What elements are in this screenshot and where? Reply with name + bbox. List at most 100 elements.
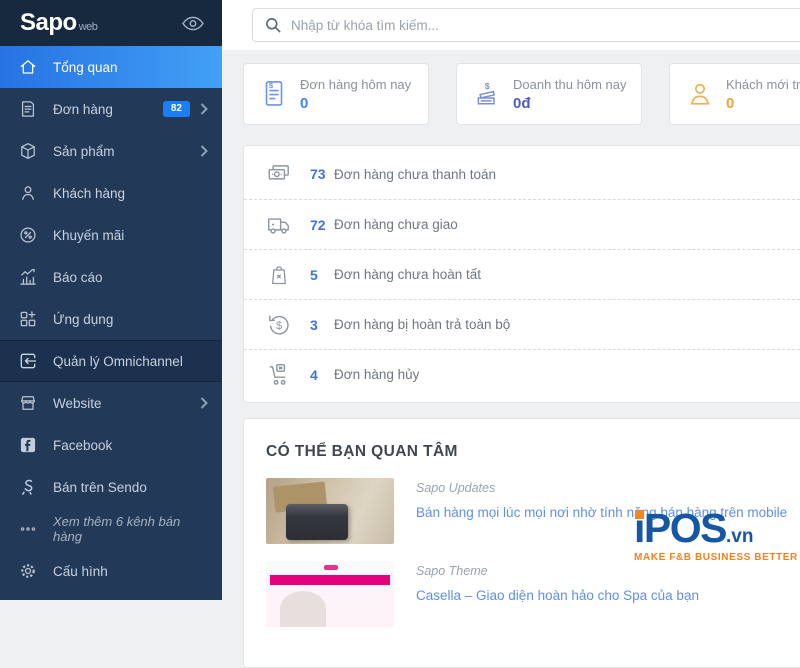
search-icon: [265, 17, 281, 33]
chevron-right-icon[interactable]: [200, 103, 208, 115]
topbar: [222, 0, 800, 50]
sidebar-item-label: Khuyến mãi: [53, 228, 124, 243]
sidebar-item-website[interactable]: Website: [0, 382, 222, 424]
order-label: Đơn hàng bị hoàn trả toàn bộ: [334, 317, 510, 332]
interest-heading: CÓ THỂ BẠN QUAN TÂM: [266, 443, 798, 461]
ipos-tagline: MAKE F&B BUSINESS BETTER: [634, 553, 798, 563]
order-count: 73: [310, 166, 328, 182]
order-label: Đơn hàng hủy: [334, 367, 419, 382]
sidebar-item-xem-them[interactable]: Xem thêm 6 kênh bán hàng: [0, 508, 222, 550]
interest-link[interactable]: Casella – Giao diện hoàn hảo cho Spa của…: [416, 588, 699, 603]
cart-x-icon: [264, 362, 294, 388]
sidebar-item-ung-dung[interactable]: Ứng dụng: [0, 298, 222, 340]
interest-category: Sapo Updates: [416, 481, 787, 495]
sidebar-item-khach-hang[interactable]: Khách hàng: [0, 172, 222, 214]
svg-text:$: $: [485, 81, 490, 91]
bag-x-icon: [264, 262, 294, 288]
sendo-icon: [17, 476, 39, 498]
ipos-domain: .vn: [726, 526, 753, 547]
sidebar-item-san-pham[interactable]: Sản phẩm: [0, 130, 222, 172]
sidebar-item-label: Cấu hình: [53, 564, 108, 579]
sidebar-item-label: Báo cáo: [53, 270, 103, 285]
order-row-unpaid[interactable]: 73 Đơn hàng chưa thanh toán: [244, 149, 800, 199]
sidebar: Sapoweb Tổng quan Đơn hàng 82 Sản phẩm: [0, 0, 222, 600]
sidebar-item-cau-hinh[interactable]: Cấu hình: [0, 550, 222, 592]
order-count: 3: [310, 317, 328, 333]
stat-title: Doanh thu hôm nay: [513, 77, 626, 92]
order-count: 5: [310, 267, 328, 283]
ipos-brand-i: i: [634, 505, 644, 551]
order-summary-card: 73 Đơn hàng chưa thanh toán 72 Đơn hàng …: [243, 145, 800, 403]
sidebar-item-label: Bán trên Sendo: [53, 480, 147, 495]
person-icon: [684, 79, 716, 109]
sidebar-item-label: Khách hàng: [53, 186, 125, 201]
interest-category: Sapo Theme: [416, 564, 699, 578]
sidebar-item-label: Facebook: [53, 438, 112, 453]
sidebar-item-label: Đơn hàng: [53, 102, 113, 117]
stat-title: Đơn hàng hôm nay: [300, 77, 411, 92]
sidebar-item-label: Quản lý Omnichannel: [53, 354, 183, 369]
refund-circle-icon: $: [264, 312, 294, 338]
report-chart-icon: [17, 266, 39, 288]
logo-brand: Sapo: [20, 9, 77, 36]
stat-value: 0đ: [513, 95, 626, 112]
facebook-icon: [17, 434, 39, 456]
orders-count-badge: 82: [163, 101, 190, 117]
ipos-watermark-logo: iPOS.vn MAKE F&B BUSINESS BETTER: [634, 508, 798, 563]
stat-value: 0: [726, 95, 800, 112]
printer-thumbnail[interactable]: [266, 478, 394, 544]
order-document-icon: [17, 98, 39, 120]
ellipsis-dots-icon: [17, 518, 39, 540]
stat-value: 0: [300, 95, 411, 112]
sapo-logo[interactable]: Sapoweb: [20, 9, 97, 37]
order-count: 4: [310, 367, 328, 383]
sidebar-item-label: Website: [53, 396, 102, 411]
chevron-right-icon[interactable]: [200, 397, 208, 409]
apps-grid-plus-icon: [17, 308, 39, 330]
sidebar-item-label: Tổng quan: [53, 60, 118, 75]
sidebar-item-sendo[interactable]: Bán trên Sendo: [0, 466, 222, 508]
sidebar-item-label: Xem thêm 6 kênh bán hàng: [53, 514, 208, 544]
banknotes-icon: [264, 162, 294, 186]
sidebar-item-facebook[interactable]: Facebook: [0, 424, 222, 466]
order-label: Đơn hàng chưa hoàn tất: [334, 267, 481, 282]
sidebar-item-omnichannel[interactable]: Quản lý Omnichannel: [0, 340, 222, 382]
eye-icon[interactable]: [182, 16, 204, 31]
order-row-returned[interactable]: $ 3 Đơn hàng bị hoàn trả toàn bộ: [244, 299, 800, 349]
product-box-icon: [17, 140, 39, 162]
omnichannel-arrow-icon: [17, 350, 39, 372]
sidebar-item-khuyen-mai[interactable]: Khuyến mãi: [0, 214, 222, 256]
sidebar-item-tong-quan[interactable]: Tổng quan: [0, 46, 222, 88]
stat-title: Khách mới trong: [726, 77, 800, 92]
delivery-truck-icon: [264, 213, 294, 237]
gear-icon: [17, 560, 39, 582]
logo-suffix: web: [79, 21, 98, 33]
stat-card-revenue-today[interactable]: $ Doanh thu hôm nay 0đ: [456, 63, 642, 125]
chevron-right-icon[interactable]: [200, 145, 208, 157]
customer-person-icon: [17, 182, 39, 204]
spa-theme-thumbnail[interactable]: [266, 561, 394, 627]
order-label: Đơn hàng chưa thanh toán: [334, 167, 496, 182]
promotion-percent-icon: [17, 224, 39, 246]
invoice-icon: $: [258, 79, 290, 109]
storefront-icon: [17, 392, 39, 414]
order-row-incomplete[interactable]: 5 Đơn hàng chưa hoàn tất: [244, 249, 800, 299]
home-icon: [17, 56, 39, 78]
ipos-brand-rest: POS: [644, 505, 726, 551]
svg-text:$: $: [276, 319, 282, 331]
search-box[interactable]: [252, 8, 800, 42]
sidebar-item-label: Ứng dụng: [53, 312, 113, 327]
order-count: 72: [310, 217, 328, 233]
order-row-undelivered[interactable]: 72 Đơn hàng chưa giao: [244, 199, 800, 249]
sidebar-item-label: Sản phẩm: [53, 144, 115, 159]
order-row-cancelled[interactable]: 4 Đơn hàng hủy: [244, 349, 800, 399]
search-input[interactable]: [291, 18, 795, 33]
stats-row: $ Đơn hàng hôm nay 0 $ Doanh thu hôm nay…: [243, 63, 800, 125]
sidebar-item-don-hang[interactable]: Đơn hàng 82: [0, 88, 222, 130]
stat-card-new-customers[interactable]: Khách mới trong 0: [669, 63, 800, 125]
order-label: Đơn hàng chưa giao: [334, 217, 458, 232]
interest-item-theme[interactable]: Sapo Theme Casella – Giao diện hoàn hảo …: [266, 561, 798, 627]
sidebar-item-bao-cao[interactable]: Báo cáo: [0, 256, 222, 298]
stat-card-orders-today[interactable]: $ Đơn hàng hôm nay 0: [243, 63, 429, 125]
cash-stack-icon: $: [471, 79, 503, 109]
